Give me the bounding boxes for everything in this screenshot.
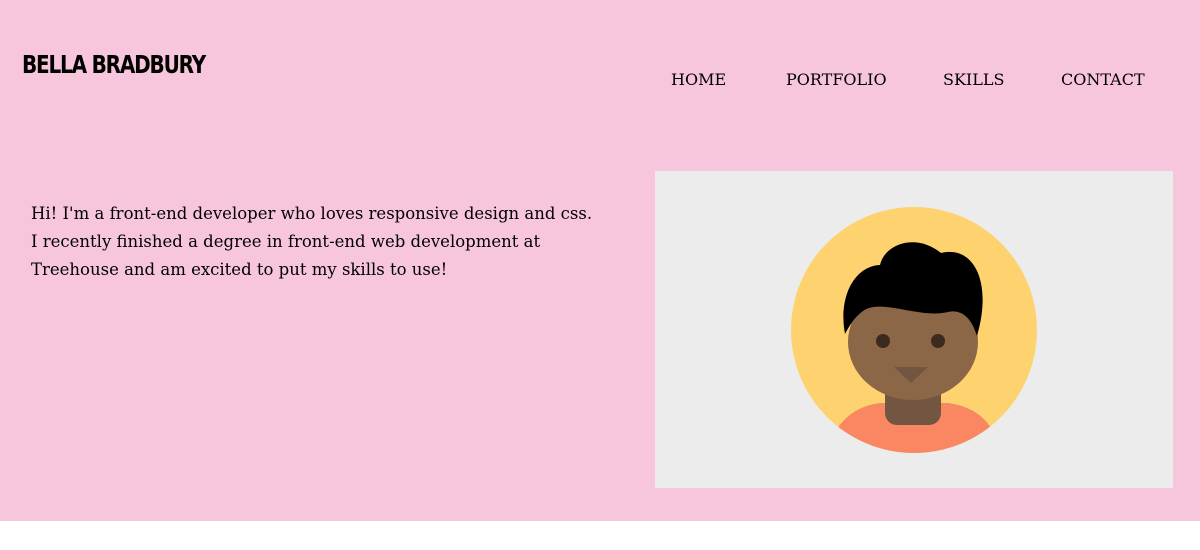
avatar-right-eye bbox=[931, 334, 945, 348]
nav-contact-link[interactable]: CONTACT bbox=[1061, 70, 1145, 89]
intro-text: Hi! I'm a front-end developer who loves … bbox=[31, 204, 593, 279]
main-nav: HOME PORTFOLIO SKILLS CONTACT bbox=[0, 70, 1200, 92]
hero-section: BELLA BRADBURY HOME PORTFOLIO SKILLS CON… bbox=[0, 0, 1200, 521]
avatar-frame bbox=[655, 171, 1173, 488]
avatar-left-eye bbox=[876, 334, 890, 348]
nav-skills-link[interactable]: SKILLS bbox=[943, 70, 1004, 89]
avatar-illustration-icon bbox=[791, 207, 1037, 453]
nav-portfolio-link[interactable]: PORTFOLIO bbox=[786, 70, 887, 89]
nav-home-link[interactable]: HOME bbox=[671, 70, 726, 89]
